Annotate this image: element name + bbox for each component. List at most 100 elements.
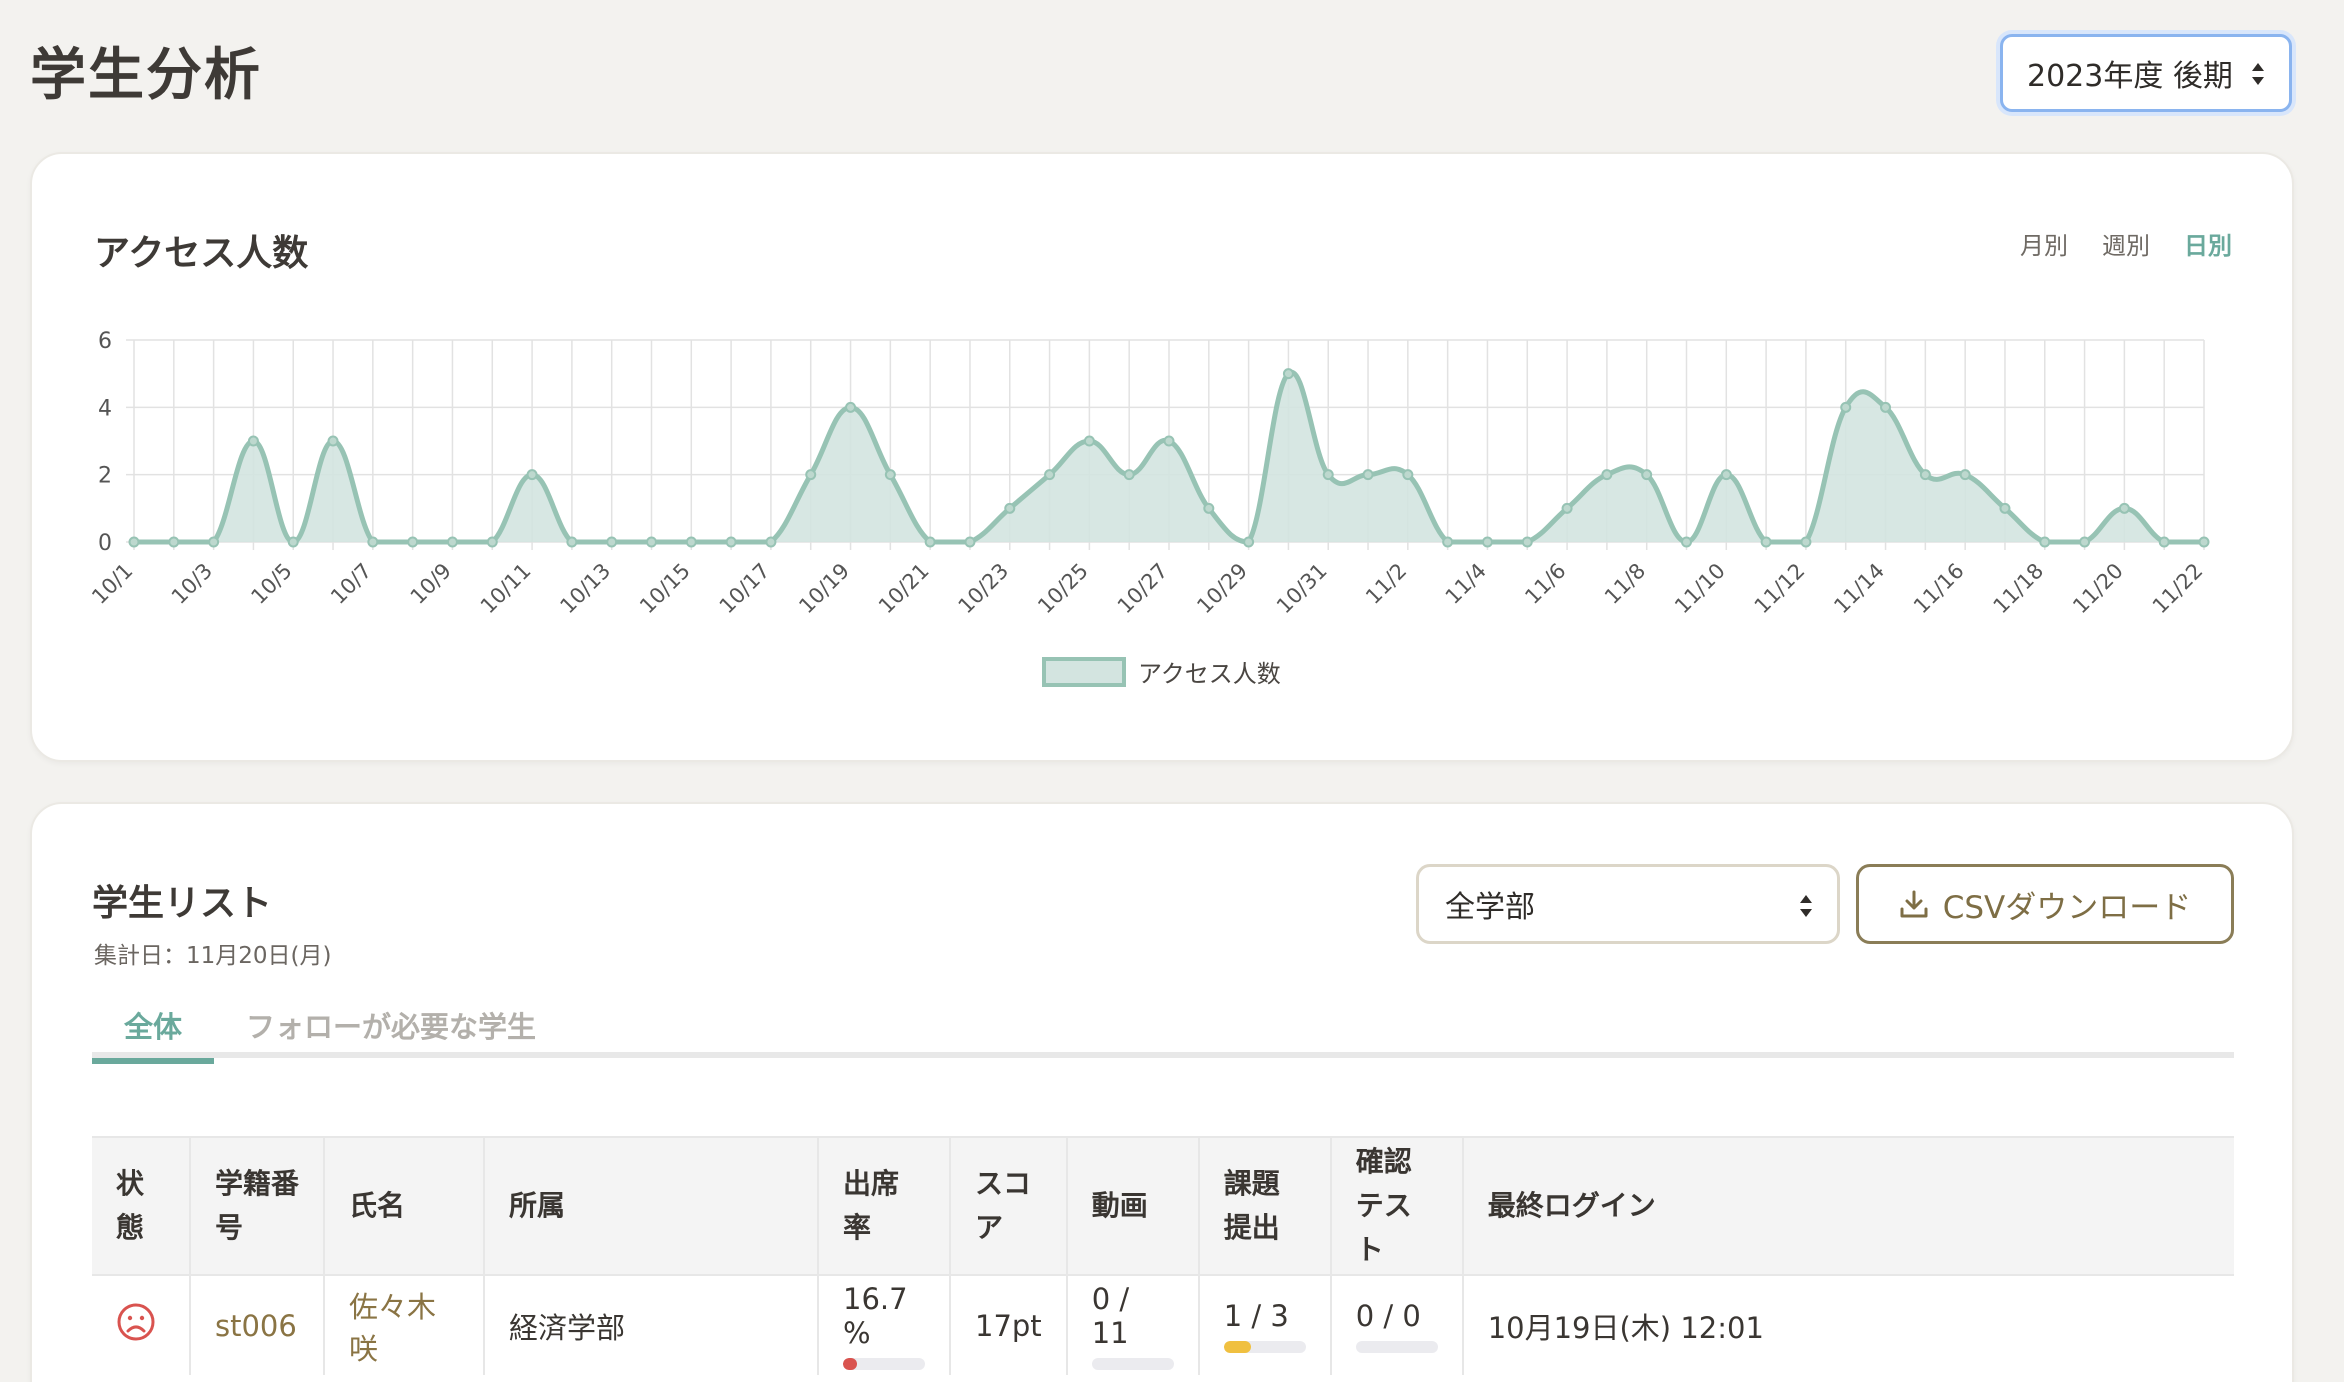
data-point — [287, 536, 299, 548]
column-header-quiz[interactable]: 確認テスト — [1330, 1136, 1464, 1276]
department-cell: 経済学部 — [484, 1275, 819, 1375]
y-tick-label: 2 — [98, 464, 112, 489]
x-tick-label: 11/8 — [1600, 559, 1650, 609]
data-point — [407, 536, 419, 548]
y-tick-label: 4 — [98, 396, 112, 421]
column-header-score[interactable]: スコア — [950, 1136, 1068, 1276]
data-point — [1999, 502, 2011, 514]
data-point — [247, 435, 259, 447]
data-point — [1362, 469, 1374, 481]
data-point — [2158, 536, 2170, 548]
data-point — [924, 536, 936, 548]
student-list-card: 学生リスト 集計日：11月20日(月) 全学部 CSVダウンロード 全体 フォロ… — [30, 802, 2294, 1382]
quiz-cell: 0 / 0 — [1330, 1275, 1464, 1375]
data-point — [1880, 401, 1892, 413]
tab-all[interactable]: 全体 — [92, 1004, 214, 1064]
x-tick-label: 10/21 — [874, 559, 934, 619]
data-point — [1282, 368, 1294, 380]
data-point — [805, 469, 817, 481]
assignment-cell: 1 / 3 — [1198, 1275, 1332, 1375]
table-row[interactable]: st006 佐々木 咲 経済学部 16.7 % 17pt 0 / 11 1 / … — [92, 1275, 2234, 1375]
csv-download-button[interactable]: CSVダウンロード — [1856, 864, 2234, 944]
student-id-cell: st006 — [190, 1275, 325, 1375]
x-tick-label: 10/5 — [246, 559, 296, 609]
data-point — [646, 536, 657, 548]
data-point — [566, 536, 578, 548]
quiz-value: 0 / 0 — [1355, 1298, 1421, 1333]
last-login-cell: 10月19日(木) 12:01 — [1487, 1310, 1764, 1345]
data-point — [1442, 536, 1454, 548]
column-header-attendance[interactable]: 出席率 — [818, 1136, 951, 1276]
x-tick-label: 10/27 — [1113, 559, 1173, 619]
data-point — [1123, 469, 1135, 481]
data-point — [2198, 536, 2210, 548]
data-point — [168, 536, 180, 548]
video-bar — [1091, 1357, 1174, 1370]
video-cell: 0 / 11 — [1066, 1275, 1200, 1375]
column-header-last-login[interactable]: 最終ログイン — [1462, 1136, 2234, 1276]
student-table: 状態 学籍番号 氏名 所属 出席率 スコア 動画 課題提出 確認テスト 最終ログ… — [92, 1136, 2234, 1375]
student-list-title: 学生リスト — [92, 883, 273, 924]
department-select[interactable]: 全学部 — [1416, 864, 1840, 944]
attendance-bar-fill — [843, 1357, 857, 1370]
table-header-row: 状態 学籍番号 氏名 所属 出席率 スコア 動画 課題提出 確認テスト 最終ログ… — [92, 1136, 2234, 1276]
data-point — [1521, 536, 1533, 548]
data-point — [1402, 469, 1414, 481]
department-select-value: 全学部 — [1445, 890, 1535, 925]
data-point — [1601, 469, 1613, 481]
term-select-value: 2023年度 後期 — [2027, 59, 2233, 94]
column-header-assignment[interactable]: 課題提出 — [1198, 1136, 1332, 1276]
data-point — [2118, 502, 2130, 514]
column-header-name[interactable]: 氏名 — [324, 1136, 485, 1276]
x-tick-label: 10/29 — [1192, 559, 1252, 619]
assignment-bar-fill — [1223, 1340, 1251, 1353]
download-icon — [1900, 890, 1928, 918]
student-name-link[interactable]: 佐々木 咲 — [349, 1290, 436, 1366]
column-header-student-id[interactable]: 学籍番号 — [190, 1136, 325, 1276]
quiz-bar — [1355, 1340, 1438, 1353]
data-point — [1720, 469, 1732, 481]
x-tick-label: 11/22 — [2148, 559, 2208, 619]
data-point — [367, 536, 379, 548]
assignment-value: 1 / 3 — [1223, 1298, 1289, 1333]
student-tabs: 全体 フォローが必要な学生 — [92, 1004, 2234, 1064]
data-point — [1322, 469, 1334, 481]
data-point — [725, 536, 737, 548]
data-point — [1561, 502, 1573, 514]
csv-download-label: CSVダウンロード — [1942, 889, 2192, 926]
chevron-updown-icon — [1800, 895, 1812, 917]
x-tick-label: 10/3 — [167, 559, 217, 609]
x-tick-label: 10/1 — [87, 559, 137, 609]
x-tick-label: 10/7 — [326, 559, 376, 609]
x-tick-label: 10/13 — [555, 559, 615, 619]
x-tick-label: 10/19 — [794, 559, 854, 619]
data-point — [1243, 536, 1255, 548]
data-point — [1004, 502, 1016, 514]
student-id-link[interactable]: st006 — [215, 1309, 297, 1343]
data-point — [486, 536, 498, 548]
column-header-status[interactable]: 状態 — [92, 1136, 191, 1276]
data-point — [964, 536, 976, 548]
term-select[interactable]: 2023年度 後期 — [2000, 34, 2292, 112]
legend-swatch — [1042, 656, 1126, 687]
data-point — [1083, 435, 1095, 447]
x-tick-label: 11/14 — [1829, 559, 1889, 619]
page-title: 学生分析 — [30, 43, 262, 108]
tab-follow-needed[interactable]: フォローが必要な学生 — [246, 1004, 536, 1046]
data-point — [1800, 536, 1812, 548]
x-tick-label: 10/31 — [1272, 559, 1332, 619]
access-chart-card: アクセス人数 月別 週別 日別 0 2 4 6 10/1 10/3 10/5 10/7 10/9… — [30, 152, 2294, 762]
x-tick-label: 11/12 — [1750, 559, 1810, 619]
data-point — [884, 469, 896, 481]
data-point — [446, 536, 458, 548]
column-header-department[interactable]: 所属 — [484, 1136, 819, 1276]
score-cell: 17pt — [950, 1275, 1068, 1375]
column-header-video[interactable]: 動画 — [1066, 1136, 1200, 1276]
data-point — [208, 536, 220, 548]
legend-label: アクセス人数 — [1138, 660, 1281, 688]
data-point — [685, 536, 697, 548]
sad-face-icon — [117, 1303, 155, 1341]
assignment-bar — [1223, 1340, 1306, 1353]
x-tick-label: 11/4 — [1441, 559, 1491, 609]
data-point — [1959, 469, 1971, 481]
